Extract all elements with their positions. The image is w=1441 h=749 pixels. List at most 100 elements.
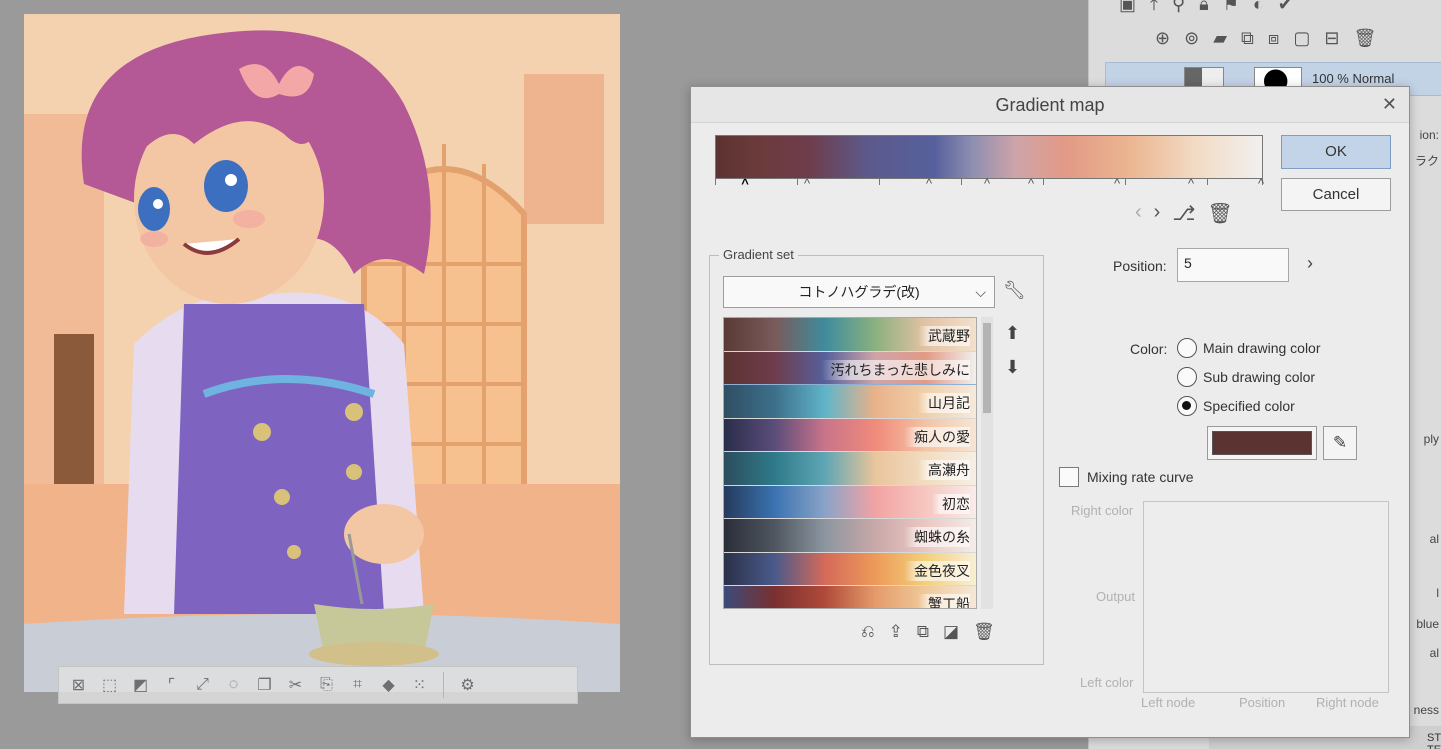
gradient-set-item-label: 痴人の愛	[904, 426, 970, 447]
combine-icon[interactable]: ⧈	[1268, 28, 1279, 49]
radio-label: Sub drawing color	[1203, 369, 1316, 385]
gradient-node[interactable]: ^	[1114, 176, 1120, 191]
artwork-illustration	[24, 14, 620, 692]
radio-sub-drawing-color[interactable]: Sub drawing color	[1177, 367, 1315, 387]
chevron-left-icon[interactable]: ‹	[1135, 201, 1142, 226]
wrench-icon[interactable]: 🔧︎	[1003, 280, 1026, 301]
screentone-icon[interactable]: ⁙	[406, 672, 433, 699]
layer-mask-icon[interactable]: ◐	[1253, 0, 1264, 15]
mixing-rate-curve-checkbox[interactable]: Mixing rate curve	[1059, 467, 1194, 487]
fill-icon[interactable]: ◆	[375, 672, 402, 699]
checkbox-label: Mixing rate curve	[1087, 469, 1194, 485]
gradient-set-item[interactable]: 汚れちまった悲しみに	[724, 351, 976, 385]
gradient-set-item[interactable]: 蜘蛛の糸	[724, 519, 976, 553]
select-all-icon[interactable]: ⬚	[96, 672, 123, 699]
invert-selection-icon[interactable]: ◩	[127, 672, 154, 699]
gradient-set-item-label: 武蔵野	[918, 326, 970, 346]
gradient-node[interactable]: ^	[1028, 176, 1034, 191]
layer-toolbar-bottom: ⊕ ⊚ ▰ ⧉ ⧈ ▢ ⊟ 🗑︎	[1155, 28, 1376, 49]
layer-clip-icon[interactable]: ⤒	[1150, 0, 1158, 15]
gradient-node[interactable]: ^	[1258, 176, 1264, 191]
gradient-set-item[interactable]: 武蔵野	[724, 318, 976, 352]
add-node-icon[interactable]: ⎇	[1172, 201, 1195, 226]
gradient-node[interactable]: ^	[984, 176, 990, 191]
gradient-set-item-label: 初恋	[932, 493, 970, 514]
layer-edge-label: al	[1429, 532, 1439, 546]
gradient-set-list[interactable]: 武蔵野汚れちまった悲しみに山月記痴人の愛高瀬舟初恋蜘蛛の糸金色夜叉蟹工船	[723, 317, 977, 609]
delete-node-icon[interactable]: 🗑︎	[1207, 201, 1232, 226]
ok-button[interactable]: OK	[1281, 135, 1391, 169]
gradient-node-row[interactable]: ^ ^ ^ ^ ^ ^ ^ ^	[715, 176, 1264, 193]
gradient-preview-bar[interactable]	[715, 135, 1263, 179]
right-color-label: Right color	[1071, 503, 1134, 518]
new-folder-icon[interactable]: ▰	[1213, 28, 1227, 49]
gradient-set-item-label: 蜘蛛の糸	[904, 527, 970, 547]
selection-settings-icon[interactable]: ⚙	[454, 672, 481, 699]
apply-mask-icon[interactable]: ⊟	[1324, 28, 1339, 49]
specified-color-swatch[interactable]	[1207, 426, 1317, 460]
radio-button[interactable]	[1177, 338, 1197, 358]
register-gradient-icon[interactable]: ⇪	[889, 622, 903, 642]
gradient-set-item[interactable]: 痴人の愛	[724, 418, 976, 452]
palette-color-icon[interactable]: ✔	[1278, 0, 1293, 15]
gradient-set-dropdown[interactable]: コトノハグラデ(改) ⌵	[723, 276, 995, 308]
layer-blend-label: 100 % Normal	[1312, 71, 1395, 86]
copy-icon[interactable]: ❐	[251, 672, 278, 699]
scrollbar-thumb[interactable]	[983, 323, 991, 413]
radio-button[interactable]	[1177, 367, 1197, 387]
gradient-set-item[interactable]: 初恋	[724, 485, 976, 519]
gradient-set-item[interactable]: 蟹工船	[724, 586, 976, 608]
radio-specified-color[interactable]: Specified color	[1177, 396, 1295, 416]
mask-icon[interactable]: ▢	[1293, 28, 1310, 49]
gradient-set-legend: Gradient set	[719, 247, 798, 262]
radio-main-drawing-color[interactable]: Main drawing color	[1177, 338, 1321, 358]
shrink-selection-icon[interactable]: ◌	[220, 672, 247, 699]
paste-icon[interactable]: ⎘	[313, 672, 340, 699]
radio-button-checked[interactable]	[1177, 396, 1197, 416]
move-up-icon[interactable]: ⬆	[1005, 323, 1020, 344]
gradient-set-item[interactable]: 金色夜叉	[724, 552, 976, 586]
chevron-right-icon[interactable]: ›	[1307, 253, 1313, 274]
delete-gradient-icon[interactable]: 🗑︎	[973, 622, 995, 642]
gradient-node[interactable]: ^	[1188, 176, 1194, 191]
transfer-down-icon[interactable]: ⧉	[1241, 28, 1254, 49]
position-input[interactable]: 5	[1177, 248, 1289, 282]
deselect-icon[interactable]: ⊠	[65, 672, 92, 699]
gradient-set-item[interactable]: 高瀬舟	[724, 452, 976, 486]
mixing-curve-graph[interactable]	[1143, 501, 1389, 693]
layer-edge-label: l	[1436, 586, 1439, 600]
gradient-node[interactable]: ^	[926, 176, 932, 191]
gradient-set-selected: コトノハグラデ(改)	[798, 284, 920, 300]
lasso-icon[interactable]: ⌜	[158, 672, 185, 699]
drawing-canvas[interactable]	[24, 14, 620, 692]
expand-selection-icon[interactable]: ⤢	[189, 672, 216, 699]
delete-layer-icon[interactable]: 🗑︎	[1353, 28, 1376, 49]
gradient-node[interactable]: ^	[804, 176, 810, 191]
cut-icon[interactable]: ✂	[282, 672, 309, 699]
close-icon[interactable]: ✕	[1382, 95, 1397, 113]
swatch-fill	[1212, 431, 1312, 455]
chevron-right-icon[interactable]: ›	[1154, 201, 1161, 226]
new-raster-layer-icon[interactable]: ⊕	[1155, 28, 1170, 49]
gradient-set-item-label: 金色夜叉	[904, 560, 970, 581]
gradient-node-selected[interactable]: ^	[741, 176, 749, 191]
lock-alpha-icon[interactable]: ⚑	[1223, 0, 1239, 15]
layer-copy-icon[interactable]: ▣	[1119, 0, 1136, 15]
eyedropper-icon[interactable]: ✎	[1323, 426, 1357, 460]
add-gradient-icon[interactable]: ⎌	[861, 622, 875, 642]
transform-icon[interactable]: ⌗	[344, 672, 371, 699]
list-scrollbar[interactable]	[981, 317, 993, 609]
cancel-button[interactable]: Cancel	[1281, 178, 1391, 211]
layer-ref-icon[interactable]: ⚲	[1172, 0, 1185, 15]
gradient-settings-icon[interactable]: ◪	[943, 622, 959, 642]
gradient-set-item-label: 汚れちまった悲しみに	[820, 359, 970, 380]
lock-icon[interactable]: 🔒︎	[1199, 0, 1209, 15]
duplicate-gradient-icon[interactable]: ⧉	[917, 622, 929, 642]
left-node-label: Left node	[1141, 695, 1196, 710]
checkbox[interactable]	[1059, 467, 1079, 487]
move-down-icon[interactable]: ⬇	[1005, 357, 1020, 378]
radio-label: Main drawing color	[1203, 340, 1321, 356]
gradient-set-item[interactable]: 山月記	[724, 385, 976, 419]
new-vector-layer-icon[interactable]: ⊚	[1184, 28, 1199, 49]
layer-edge-label: blue	[1416, 617, 1439, 631]
